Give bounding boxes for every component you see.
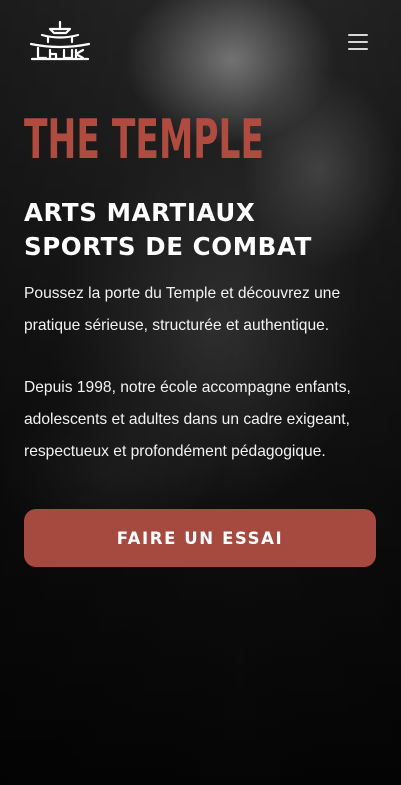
hero-history-text: Depuis 1998, notre école accompagne enfa… <box>24 379 351 460</box>
brand-name: THE TEMPLE <box>24 108 264 166</box>
hamburger-menu-icon[interactable] <box>348 34 368 50</box>
menu-bar <box>348 41 368 43</box>
hero-heading: ARTS MARTIAUX SPORTS DE COMBAT <box>24 198 312 261</box>
menu-bar <box>348 34 368 36</box>
menu-bar <box>348 48 368 50</box>
brand-wordmark: THE TEMPLE <box>24 108 264 166</box>
pagoda-logo-icon[interactable] <box>28 20 92 62</box>
hero-intro-text: Poussez la porte du Temple et découvrez … <box>24 285 341 334</box>
trial-button[interactable]: FAIRE UN ESSAI <box>24 509 376 567</box>
